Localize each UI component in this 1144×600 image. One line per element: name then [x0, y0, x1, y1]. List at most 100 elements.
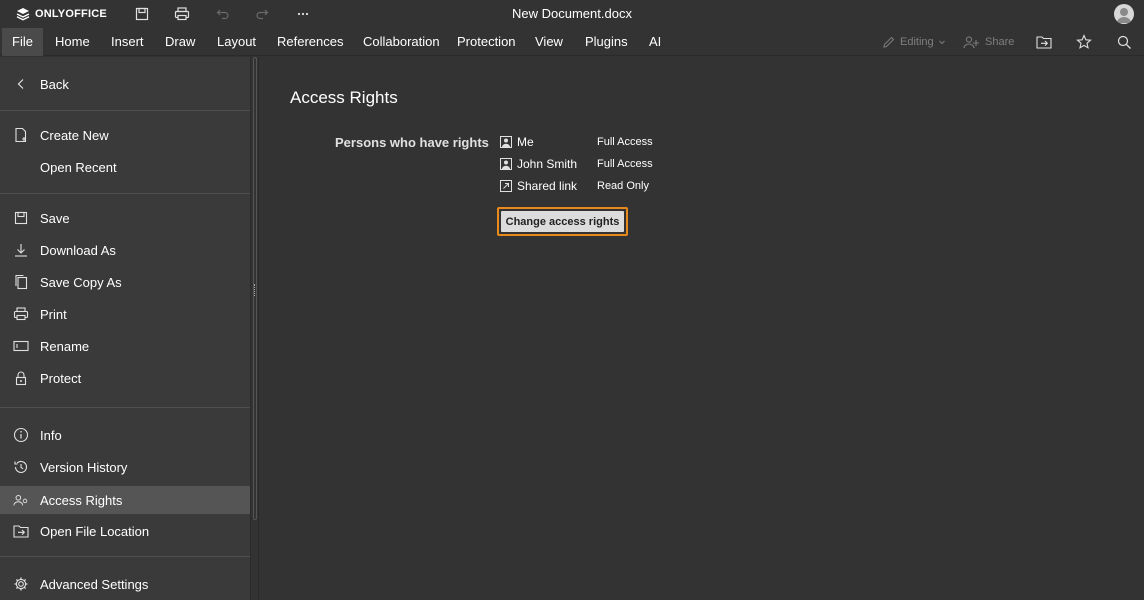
- share-button[interactable]: Share: [963, 28, 1014, 56]
- file-menu-version-history[interactable]: Version History: [0, 453, 250, 481]
- file-menu-info[interactable]: Info: [0, 421, 250, 449]
- share-users-icon: [963, 36, 979, 49]
- create-new-label: Create New: [40, 128, 109, 143]
- file-menu-open-recent[interactable]: Open Recent: [0, 153, 250, 181]
- tab-home[interactable]: Home: [45, 28, 100, 56]
- file-menu-rename[interactable]: Rename: [0, 332, 250, 360]
- brand-name: ONLYOFFICE: [35, 8, 107, 20]
- file-menu-back[interactable]: Back: [0, 70, 250, 98]
- access-rights-label: Access Rights: [40, 493, 123, 508]
- redo-button[interactable]: [251, 4, 273, 24]
- print-icon: [13, 306, 29, 322]
- open-recent-label: Open Recent: [40, 160, 117, 175]
- file-menu-print[interactable]: Print: [0, 300, 250, 328]
- tab-view[interactable]: View: [525, 28, 573, 56]
- user-icon: [500, 136, 512, 148]
- layers-icon: [16, 8, 30, 21]
- page-title: Access Rights: [290, 88, 398, 107]
- advanced-settings-label: Advanced Settings: [40, 577, 149, 592]
- tab-plugins[interactable]: Plugins: [575, 28, 638, 56]
- user-avatar[interactable]: [1114, 4, 1134, 24]
- change-access-rights-button[interactable]: Change access rights: [497, 207, 628, 236]
- open-location-button[interactable]: [1033, 32, 1055, 52]
- save-icon: [135, 7, 149, 21]
- undo-button[interactable]: [212, 4, 234, 24]
- back-label: Back: [40, 77, 69, 92]
- new-document-icon: [13, 127, 29, 143]
- save-copy-as-label: Save Copy As: [40, 275, 122, 290]
- person-access-level: Read Only: [597, 180, 649, 192]
- tab-file[interactable]: File: [2, 28, 43, 56]
- save-label: Save: [40, 211, 70, 226]
- file-menu-access-rights[interactable]: Access Rights: [0, 486, 250, 514]
- editing-label: Editing: [900, 36, 934, 48]
- rename-icon: [13, 338, 29, 354]
- history-icon: [13, 459, 29, 475]
- tab-layout[interactable]: Layout: [207, 28, 266, 56]
- persons-with-rights-label: Persons who have rights: [335, 135, 489, 150]
- separator: [0, 556, 250, 557]
- tab-protection[interactable]: Protection: [447, 28, 526, 56]
- change-access-rights-label: Change access rights: [501, 211, 624, 232]
- lock-icon: [13, 370, 29, 386]
- print-icon: [174, 7, 190, 21]
- pencil-icon: [883, 36, 895, 48]
- print-quick-button[interactable]: [171, 4, 193, 24]
- file-menu-open-file-location[interactable]: Open File Location: [0, 517, 250, 545]
- external-link-icon: [500, 180, 512, 192]
- more-horizontal-icon: [297, 12, 309, 16]
- search-button[interactable]: [1113, 32, 1135, 52]
- file-menu-panel: Back Create New Open Recent Save Downloa…: [0, 57, 250, 600]
- file-menu-download-as[interactable]: Download As: [0, 236, 250, 264]
- separator: [0, 193, 250, 194]
- info-icon: [13, 427, 29, 443]
- star-icon: [1076, 34, 1092, 49]
- more-quick-actions-button[interactable]: [292, 4, 314, 24]
- person-access-level: Full Access: [597, 136, 653, 148]
- access-rights-icon: [13, 492, 29, 508]
- person-access-level: Full Access: [597, 158, 653, 170]
- download-icon: [13, 242, 29, 258]
- redo-icon: [256, 9, 269, 20]
- gear-icon: [13, 576, 29, 592]
- tab-references[interactable]: References: [267, 28, 353, 56]
- file-menu-save-copy-as[interactable]: Save Copy As: [0, 268, 250, 296]
- user-icon: [500, 158, 512, 170]
- access-rights-panel: Access Rights Persons who have rights Me…: [260, 57, 1144, 600]
- separator: [0, 407, 250, 408]
- chevron-left-icon: [13, 76, 29, 92]
- save-icon: [13, 210, 29, 226]
- folder-arrow-icon: [1036, 36, 1052, 49]
- file-menu-protect[interactable]: Protect: [0, 364, 250, 392]
- onlyoffice-logo: ONLYOFFICE: [16, 6, 107, 22]
- folder-arrow-icon: [13, 523, 29, 539]
- file-menu-advanced-settings[interactable]: Advanced Settings: [0, 570, 250, 598]
- protect-label: Protect: [40, 371, 82, 386]
- version-history-label: Version History: [40, 460, 128, 475]
- tab-draw[interactable]: Draw: [155, 28, 205, 56]
- panel-splitter[interactable]: [250, 57, 259, 600]
- open-file-location-label: Open File Location: [40, 524, 150, 539]
- menu-tab-bar: File Home Insert Draw Layout References …: [0, 28, 1144, 56]
- separator: [0, 110, 250, 111]
- print-label: Print: [40, 307, 67, 322]
- editing-mode-dropdown[interactable]: Editing: [882, 28, 946, 56]
- info-label: Info: [40, 428, 62, 443]
- file-menu-save[interactable]: Save: [0, 204, 250, 232]
- copy-icon: [13, 274, 29, 290]
- title-bar: ONLYOFFICE New Document.docx: [0, 0, 1144, 28]
- rename-label: Rename: [40, 339, 90, 354]
- favorite-button[interactable]: [1073, 32, 1095, 52]
- undo-icon: [216, 9, 229, 20]
- tab-ai[interactable]: AI: [639, 28, 671, 56]
- share-label: Share: [985, 36, 1015, 48]
- save-quick-button[interactable]: [131, 4, 153, 24]
- person-name: Me: [517, 135, 534, 149]
- person-name: John Smith: [517, 157, 578, 171]
- splitter-grip[interactable]: [254, 284, 256, 296]
- file-menu-create-new[interactable]: Create New: [0, 121, 250, 149]
- chevron-down-icon: [938, 40, 945, 45]
- download-as-label: Download As: [40, 243, 116, 258]
- tab-collaboration[interactable]: Collaboration: [353, 28, 450, 56]
- tab-insert[interactable]: Insert: [101, 28, 154, 56]
